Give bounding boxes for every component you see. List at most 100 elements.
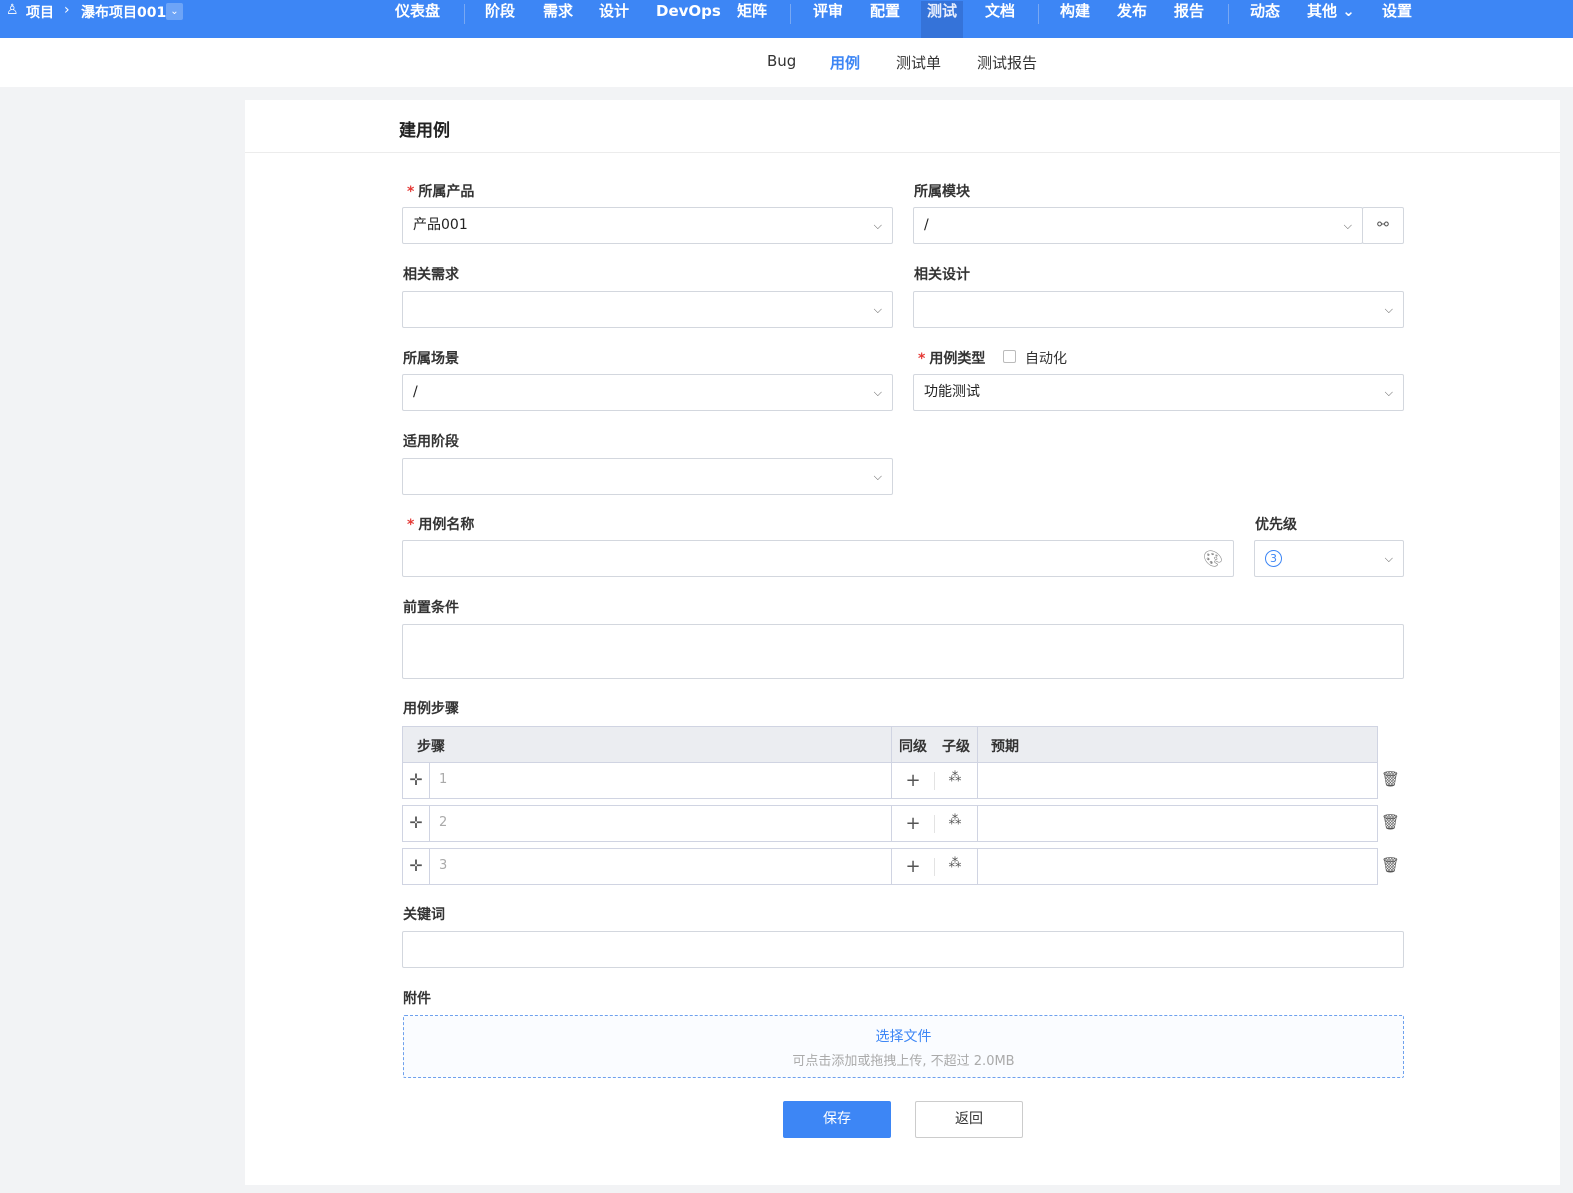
- nav-separator: [1038, 4, 1039, 24]
- nav-10[interactable]: 构建: [1054, 1, 1096, 38]
- design-select[interactable]: ⌵: [913, 291, 1404, 328]
- upload-hint: 可点击添加或拖拽上传, 不超过 2.0MB: [792, 1054, 1015, 1069]
- steps-table-header: 步骤 同级 子级 预期: [402, 726, 1378, 763]
- story-select[interactable]: ⌵: [402, 291, 893, 328]
- col-child: 子级: [942, 739, 970, 755]
- stage-label: 适用阶段: [403, 434, 459, 450]
- sub-nav-bar: Bug 用例 测试单 测试报告: [0, 38, 1573, 87]
- nav-5[interactable]: 矩阵: [731, 1, 773, 38]
- choose-file-link[interactable]: 选择文件: [404, 1026, 1403, 1046]
- step-row: ✛ 1 + ⁂: [402, 762, 1378, 799]
- expect-input[interactable]: [978, 849, 1376, 884]
- precondition-textarea[interactable]: [402, 624, 1404, 679]
- breadcrumb-chevron-icon: ›: [64, 2, 70, 18]
- steps-label: 用例步骤: [403, 701, 459, 717]
- add-child-icon[interactable]: ⁂: [945, 770, 965, 785]
- nav-4[interactable]: DevOps: [650, 1, 727, 38]
- chevron-down-icon: ⌵: [1384, 386, 1393, 399]
- type-label: * 用例类型: [918, 351, 986, 367]
- save-button[interactable]: 保存: [783, 1101, 891, 1138]
- drag-move-icon[interactable]: ✛: [403, 856, 429, 875]
- col-expect: 预期: [991, 739, 1019, 755]
- color-palette-icon[interactable]: 🎨︎: [1203, 541, 1223, 576]
- chevron-down-icon: ⌵: [1343, 219, 1352, 232]
- project-switch-dropdown[interactable]: ⌄: [166, 3, 183, 20]
- step-input[interactable]: 3: [439, 858, 879, 873]
- col-sibling: 同级: [899, 739, 927, 755]
- name-label: * 用例名称: [407, 517, 475, 533]
- share-nodes-icon: ⚯: [1377, 217, 1389, 233]
- breadcrumb-current-project[interactable]: 瀑布项目001: [81, 2, 166, 22]
- nav-14[interactable]: 其他 ⌄: [1301, 1, 1361, 38]
- chevron-down-icon: ⌵: [873, 386, 882, 399]
- expect-input[interactable]: [978, 806, 1376, 841]
- back-button[interactable]: 返回: [915, 1101, 1023, 1138]
- subnav-testreport[interactable]: 测试报告: [977, 52, 1037, 73]
- nav-15[interactable]: 设置: [1376, 1, 1418, 38]
- keywords-label: 关键词: [403, 907, 445, 923]
- priority-label: 优先级: [1255, 517, 1297, 533]
- case-name-input[interactable]: 🎨︎: [402, 540, 1234, 577]
- chevron-down-icon: ⌵: [1384, 552, 1393, 565]
- product-select[interactable]: 产品001 ⌵: [402, 207, 893, 244]
- expect-input[interactable]: [978, 763, 1376, 798]
- module-manage-button[interactable]: ⚯: [1362, 207, 1404, 244]
- divider: [245, 152, 1560, 153]
- priority-badge: 3: [1265, 549, 1282, 567]
- type-select[interactable]: 功能测试 ⌵: [913, 374, 1404, 411]
- step-row: ✛ 3 + ⁂: [402, 848, 1378, 885]
- trash-icon[interactable]: 🗑︎: [1381, 813, 1400, 831]
- nav-13[interactable]: 动态: [1244, 1, 1286, 38]
- subnav-case[interactable]: 用例: [830, 52, 860, 73]
- nav-2[interactable]: 需求: [537, 1, 579, 38]
- nav-11[interactable]: 发布: [1111, 1, 1153, 38]
- page-title: 建用例: [399, 121, 450, 141]
- design-label: 相关设计: [914, 267, 970, 283]
- product-label: * 所属产品: [407, 184, 475, 200]
- subnav-bug[interactable]: Bug: [767, 52, 796, 70]
- add-sibling-icon[interactable]: +: [903, 770, 923, 791]
- breadcrumb-project[interactable]: 项目: [26, 2, 54, 22]
- attachment-label: 附件: [403, 991, 431, 1007]
- auto-checkbox-label[interactable]: 自动化: [1025, 348, 1067, 368]
- priority-select[interactable]: 3 ⌵: [1254, 540, 1404, 577]
- step-input[interactable]: 2: [439, 815, 879, 830]
- story-label: 相关需求: [403, 267, 459, 283]
- scene-select[interactable]: / ⌵: [402, 374, 893, 411]
- module-select[interactable]: / ⌵: [913, 207, 1363, 244]
- keywords-input[interactable]: [402, 931, 1404, 968]
- chevron-down-icon: ⌵: [1384, 303, 1393, 316]
- drag-move-icon[interactable]: ✛: [403, 770, 429, 789]
- chevron-down-icon: ⌵: [873, 470, 882, 483]
- add-child-icon[interactable]: ⁂: [945, 813, 965, 828]
- nav-6[interactable]: 评审: [807, 1, 849, 38]
- add-child-icon[interactable]: ⁂: [945, 856, 965, 871]
- scene-label: 所属场景: [403, 351, 459, 367]
- add-sibling-icon[interactable]: +: [903, 813, 923, 834]
- step-row: ✛ 2 + ⁂: [402, 805, 1378, 842]
- nav-0[interactable]: 仪表盘: [389, 1, 446, 38]
- nav-separator: [464, 4, 465, 24]
- nav-12[interactable]: 报告: [1168, 1, 1210, 38]
- chevron-down-icon: ⌵: [873, 303, 882, 316]
- step-input[interactable]: 1: [439, 772, 879, 787]
- add-sibling-icon[interactable]: +: [903, 856, 923, 877]
- trash-icon[interactable]: 🗑︎: [1381, 856, 1400, 874]
- precondition-label: 前置条件: [403, 600, 459, 616]
- nav-7[interactable]: 配置: [864, 1, 906, 38]
- file-dropzone[interactable]: 选择文件 可点击添加或拖拽上传, 不超过 2.0MB: [403, 1015, 1404, 1078]
- nav-9[interactable]: 文档: [979, 1, 1021, 38]
- auto-checkbox[interactable]: [1003, 350, 1016, 363]
- module-label: 所属模块: [914, 184, 970, 200]
- subnav-testtask[interactable]: 测试单: [896, 52, 941, 73]
- nav-3[interactable]: 设计: [593, 1, 635, 38]
- nav-1[interactable]: 阶段: [479, 1, 521, 38]
- drag-move-icon[interactable]: ✛: [403, 813, 429, 832]
- trash-icon[interactable]: 🗑︎: [1381, 770, 1400, 788]
- col-step: 步骤: [417, 739, 445, 755]
- stage-select[interactable]: ⌵: [402, 458, 893, 495]
- nav-separator: [790, 4, 791, 24]
- chevron-down-icon: ⌵: [873, 219, 882, 232]
- nav-8[interactable]: 测试: [921, 1, 964, 38]
- nav-separator: [1228, 4, 1229, 24]
